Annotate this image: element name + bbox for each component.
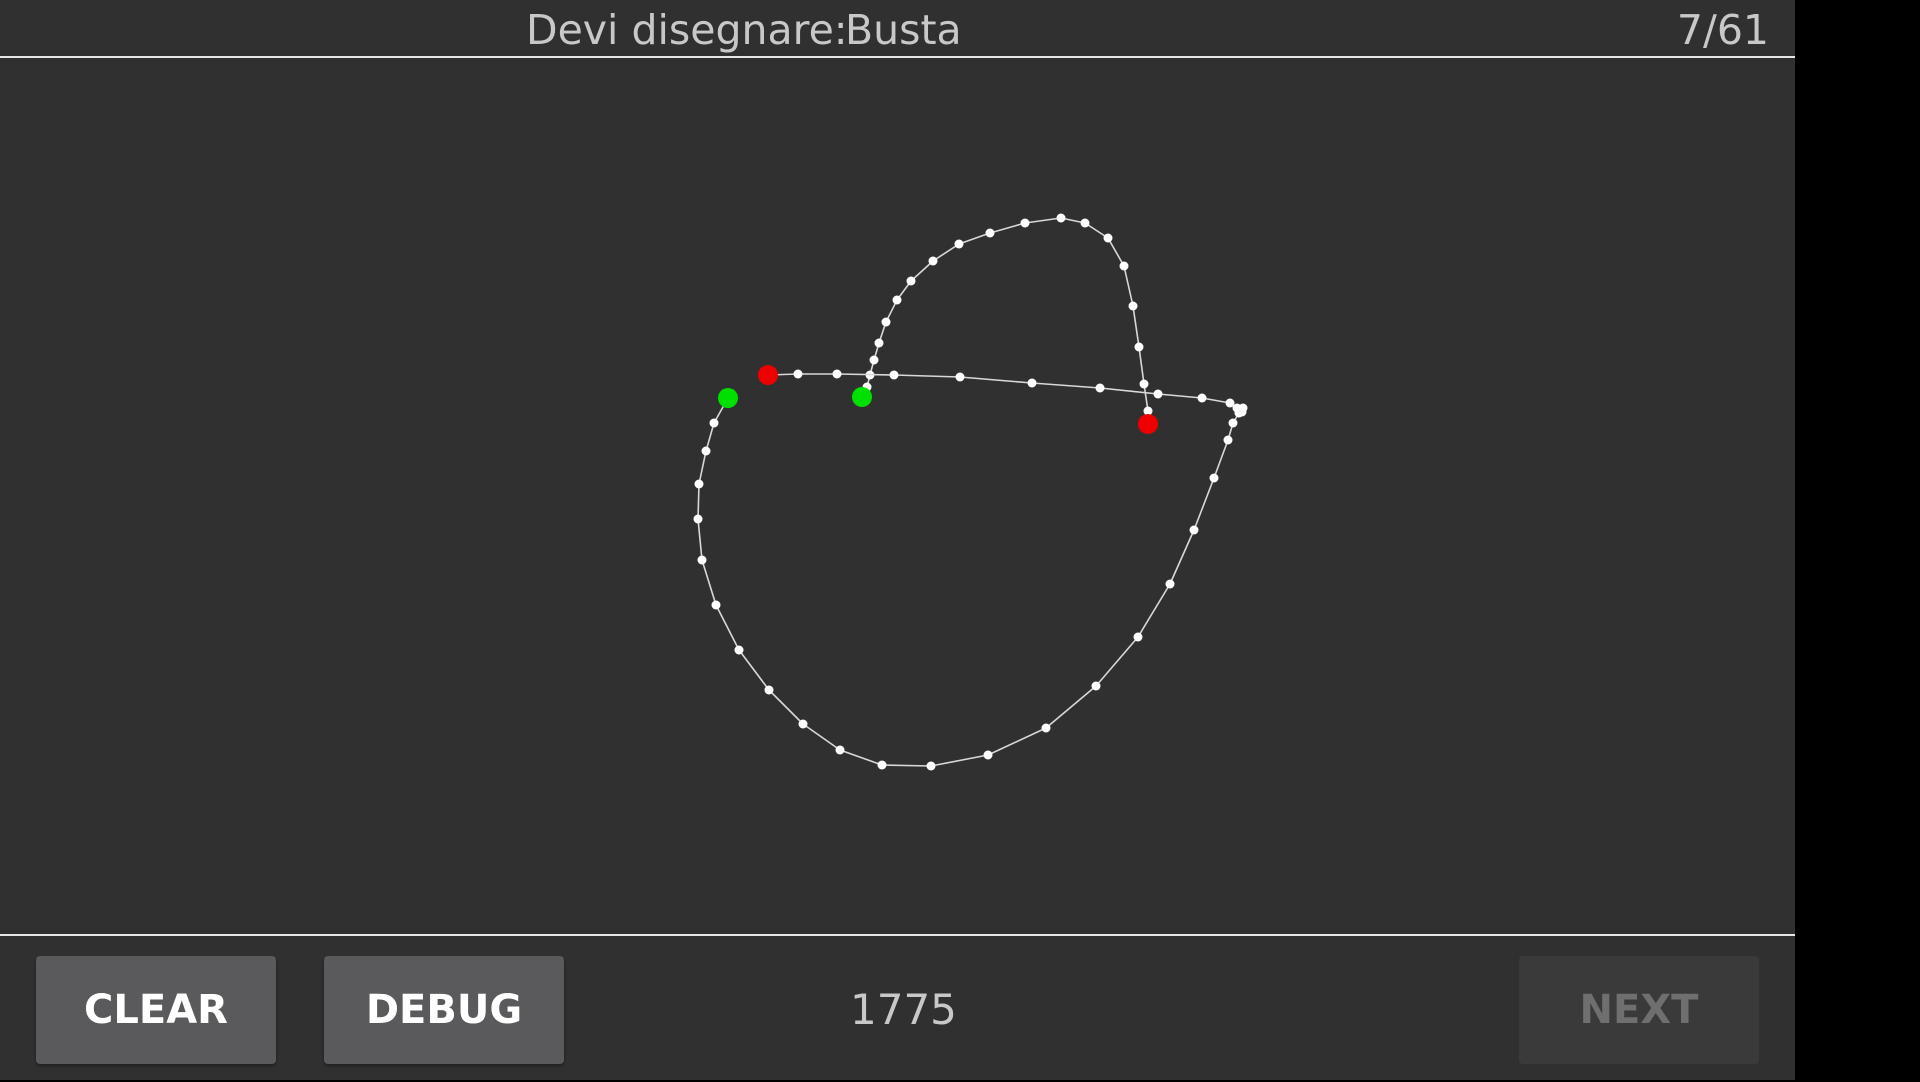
stroke-point: [697, 555, 707, 565]
stroke-point: [701, 446, 711, 456]
stroke-point: [926, 761, 936, 771]
stroke-point: [1189, 525, 1199, 535]
stroke-point: [1209, 473, 1219, 483]
stroke-point: [1223, 435, 1233, 445]
stroke-point: [835, 745, 845, 755]
stroke-point: [955, 372, 965, 382]
stroke-path-1: [861, 217, 1149, 425]
clear-button[interactable]: CLEAR: [36, 956, 276, 1064]
stroke-point: [1134, 342, 1144, 352]
stroke-point: [764, 685, 774, 695]
stroke-point: [1197, 393, 1207, 403]
stroke-point: [1128, 301, 1138, 311]
stroke-point: [1165, 579, 1175, 589]
stroke-point: [1056, 213, 1066, 223]
stroke-point: [892, 295, 902, 305]
stroke-point: [983, 750, 993, 760]
stroke-point: [1225, 398, 1235, 408]
stroke-point: [709, 418, 719, 428]
debug-button[interactable]: DEBUG: [324, 956, 564, 1064]
stroke-point: [1020, 218, 1030, 228]
stroke-point: [954, 239, 964, 249]
stroke-point: [985, 228, 995, 238]
stroke-start-marker-1: [852, 387, 872, 407]
stroke-point: [1228, 418, 1238, 428]
stroke-point: [793, 369, 803, 379]
stroke-point: [711, 600, 721, 610]
stroke-point: [1041, 723, 1051, 733]
stroke-point: [869, 355, 879, 365]
stroke-point: [832, 369, 842, 379]
stroke-end-marker-2: [758, 365, 778, 385]
stroke-point: [798, 719, 808, 729]
stroke-point: [734, 645, 744, 655]
drawing-canvas[interactable]: [0, 58, 1795, 934]
stroke-point: [1095, 383, 1105, 393]
footer-bar: CLEAR DEBUG 1775 NEXT: [0, 934, 1795, 1082]
stroke-point: [881, 317, 891, 327]
stroke-point: [1103, 233, 1113, 243]
stroke-point: [877, 760, 887, 770]
stroke-point: [1139, 379, 1149, 389]
stroke-path-2: [697, 373, 1244, 767]
stroke-point: [693, 514, 703, 524]
stroke-point: [1133, 632, 1143, 642]
stroke-point: [1080, 218, 1090, 228]
stroke-point: [928, 256, 938, 266]
stroke-point: [874, 338, 884, 348]
stroke-point: [694, 479, 704, 489]
stroke-point: [1027, 378, 1037, 388]
stroke-point: [1091, 681, 1101, 691]
stroke-point: [1153, 389, 1163, 399]
stroke-point: [1119, 261, 1129, 271]
next-button[interactable]: NEXT: [1519, 956, 1759, 1064]
stroke-point: [889, 370, 899, 380]
drawing-app: Devi disegnare: Busta 7/61 CLEAR DEBUG 1…: [0, 0, 1795, 1080]
sketch-svg: [693, 213, 1248, 771]
stroke-end-marker-1: [1138, 414, 1158, 434]
stroke-point: [906, 276, 916, 286]
stroke-start-marker-2: [718, 388, 738, 408]
score-value: 1775: [850, 985, 957, 1034]
